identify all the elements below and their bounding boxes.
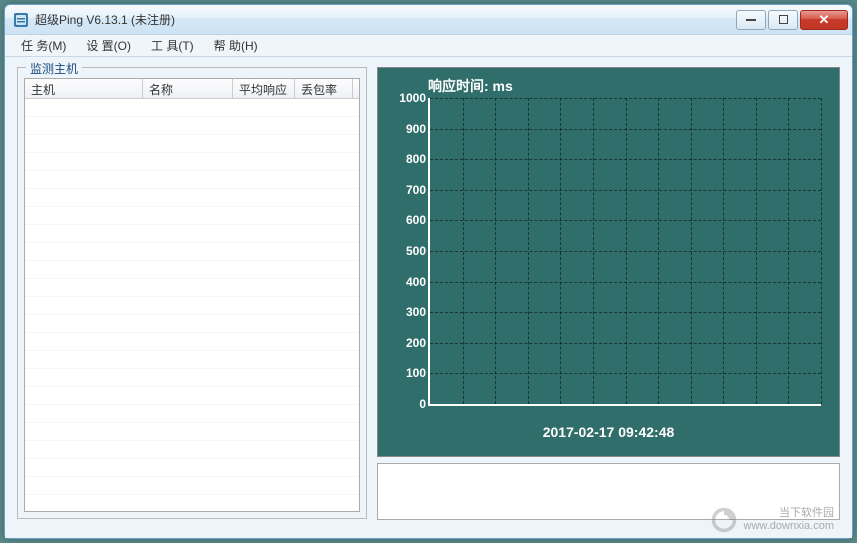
app-icon [13,12,29,28]
window-controls: ✕ [736,10,848,30]
watermark: 当下软件园 www.downxia.com [710,506,834,534]
grid-line-v [756,98,757,404]
y-tick-label: 1000 [399,91,426,105]
watermark-icon [710,506,738,534]
grid-line-v [528,98,529,404]
grid-line-v [560,98,561,404]
table-header: 主机 名称 平均响应 丢包率 [25,79,359,99]
grid-line-v [821,98,822,404]
y-tick-label: 600 [406,213,426,227]
watermark-url: www.downxia.com [744,520,834,533]
response-chart: 响应时间: ms 0100200300400500600700800900100… [377,67,840,457]
col-loss-rate[interactable]: 丢包率 [295,79,353,98]
grid-line-v [723,98,724,404]
host-table[interactable]: 主机 名称 平均响应 丢包率 [24,78,360,512]
y-tick-label: 800 [406,152,426,166]
minimize-button[interactable] [736,10,766,30]
close-button[interactable]: ✕ [800,10,848,30]
chart-title: 响应时间: ms [428,76,513,96]
grid-line-v [658,98,659,404]
maximize-button[interactable] [768,10,798,30]
menu-help[interactable]: 帮 助(H) [204,35,268,56]
y-tick-label: 100 [406,366,426,380]
titlebar[interactable]: 超级Ping V6.13.1 (未注册) ✕ [5,5,852,35]
grid-line-v [626,98,627,404]
grid-line-v [788,98,789,404]
y-tick-label: 400 [406,275,426,289]
col-name[interactable]: 名称 [143,79,233,98]
menubar: 任 务(M) 设 置(O) 工 具(T) 帮 助(H) [5,35,852,57]
y-tick-label: 0 [419,397,426,411]
host-monitor-group: 监测主机 主机 名称 平均响应 丢包率 [17,67,367,519]
y-tick-label: 700 [406,183,426,197]
grid-line-v [593,98,594,404]
chart-timestamp: 2017-02-17 09:42:48 [378,424,839,440]
right-panel: 响应时间: ms 0100200300400500600700800900100… [377,67,840,520]
y-tick-label: 300 [406,305,426,319]
content-area: 监测主机 主机 名称 平均响应 丢包率 响应时间: ms 01002003004… [5,57,852,538]
close-icon: ✕ [819,12,830,28]
col-avg-response[interactable]: 平均响应 [233,79,295,98]
y-tick-label: 900 [406,122,426,136]
watermark-name: 当下软件园 [744,507,834,520]
app-window: 超级Ping V6.13.1 (未注册) ✕ 任 务(M) 设 置(O) 工 具… [4,4,853,539]
grid-line-v [463,98,464,404]
chart-plot-area: 01002003004005006007008009001000 [428,98,821,406]
grid-line-v [691,98,692,404]
menu-tools[interactable]: 工 具(T) [141,35,204,56]
col-host[interactable]: 主机 [25,79,143,98]
maximize-icon [779,15,788,24]
window-title: 超级Ping V6.13.1 (未注册) [35,11,736,28]
y-tick-label: 500 [406,244,426,258]
minimize-icon [746,19,756,21]
menu-tasks[interactable]: 任 务(M) [11,35,76,56]
menu-settings[interactable]: 设 置(O) [76,35,141,56]
group-title: 监测主机 [26,60,82,77]
table-body[interactable] [25,99,359,511]
grid-line-v [495,98,496,404]
y-tick-label: 200 [406,336,426,350]
